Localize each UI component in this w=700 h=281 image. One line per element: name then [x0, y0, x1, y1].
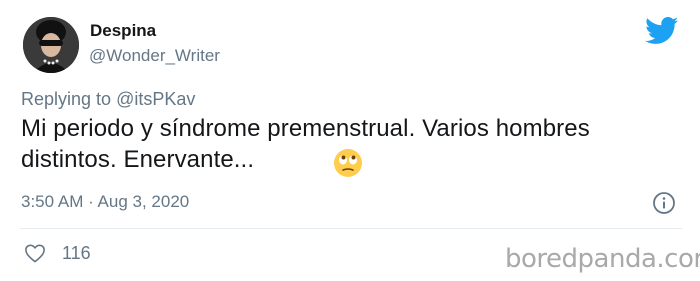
twitter-bird-icon[interactable]: [645, 17, 679, 45]
replying-to: Replying to @itsPKav: [21, 89, 195, 110]
avatar[interactable]: [23, 17, 79, 73]
handle[interactable]: @Wonder_Writer: [89, 46, 220, 66]
heart-icon[interactable]: [24, 243, 46, 263]
like-count: 116: [62, 243, 91, 263]
rolling-eyes-emoji-icon: [334, 149, 362, 177]
tweet-timestamp[interactable]: 3:50 AM · Aug 3, 2020: [21, 192, 189, 212]
divider: [20, 228, 682, 229]
reply-mention-link[interactable]: @itsPKav: [116, 89, 195, 109]
display-name[interactable]: Despina: [90, 21, 156, 41]
avatar-image: [23, 17, 79, 73]
replying-to-label: Replying to: [21, 89, 112, 109]
boredpanda-watermark: boredpanda.com: [505, 244, 700, 274]
info-icon[interactable]: [652, 191, 676, 215]
